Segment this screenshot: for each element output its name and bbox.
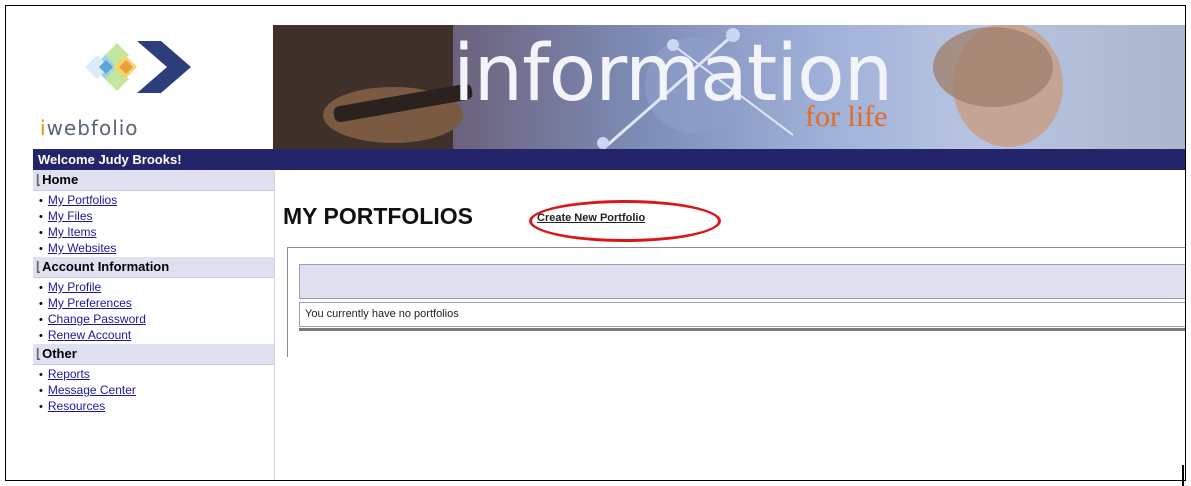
sidebar-item-renew-account[interactable]: • Renew Account — [39, 328, 274, 344]
section-collapse-icon: ⌊ — [36, 172, 42, 187]
sidebar-item-reports[interactable]: • Reports — [39, 367, 274, 383]
bullet-icon: • — [39, 401, 43, 413]
sidebar-item-resources[interactable]: • Resources — [39, 399, 274, 415]
bullet-icon: • — [39, 330, 43, 342]
banner-subtitle: for life — [805, 100, 888, 133]
bullet-icon: • — [39, 211, 43, 223]
header-banner: information for life — [273, 25, 1185, 149]
app-window: iwebfolio information for life Welcome J… — [33, 25, 1185, 480]
bullet-icon: • — [39, 385, 43, 397]
bullet-icon: • — [39, 195, 43, 207]
sidebar-section-home[interactable]: ⌊Home — [33, 170, 274, 191]
sidebar-list-other: • Reports • Message Center • Resources — [33, 365, 274, 415]
bullet-icon: • — [39, 282, 43, 294]
bullet-icon: • — [39, 298, 43, 310]
bullet-icon: • — [39, 369, 43, 381]
sidebar-item-my-portfolios[interactable]: • My Portfolios — [39, 193, 274, 209]
empty-state-message: You currently have no portfolios — [299, 302, 1185, 327]
sidebar-section-account[interactable]: ⌊Account Information — [33, 257, 274, 278]
sidebar-item-my-items[interactable]: • My Items — [39, 225, 274, 241]
sidebar-item-my-profile[interactable]: • My Profile — [39, 280, 274, 296]
sidebar-item-my-files[interactable]: • My Files — [39, 209, 274, 225]
welcome-bar: Welcome Judy Brooks! — [33, 149, 1185, 170]
section-collapse-icon: ⌊ — [36, 346, 42, 361]
sidebar-section-other[interactable]: ⌊Other — [33, 344, 274, 365]
sidebar-item-my-preferences[interactable]: • My Preferences — [39, 296, 274, 312]
logo-wordmark: iwebfolio — [40, 116, 139, 140]
sidebar-item-my-websites[interactable]: • My Websites — [39, 241, 274, 257]
bullet-icon: • — [39, 227, 43, 239]
sidebar: ⌊Home • My Portfolios • My Files • My Items… — [33, 170, 275, 480]
text-cursor-mark — [1182, 465, 1184, 486]
highlight-annotation-circle — [529, 200, 721, 242]
sidebar-list-home: • My Portfolios • My Files • My Items • My W… — [33, 191, 274, 257]
portfolio-table-header — [299, 264, 1185, 299]
panel-bottom-border — [299, 328, 1185, 331]
logo-area[interactable]: iwebfolio — [33, 25, 273, 149]
page-title: MY PORTFOLIOS — [283, 203, 473, 229]
screenshot-frame: iwebfolio information for life Welcome J… — [5, 5, 1186, 481]
portfolio-list-panel: You currently have no portfolios — [287, 247, 1185, 357]
sidebar-list-account: • My Profile • My Preferences • Change Pass… — [33, 278, 274, 344]
bullet-icon: • — [39, 243, 43, 255]
bullet-icon: • — [39, 314, 43, 326]
section-collapse-icon: ⌊ — [36, 259, 42, 274]
sidebar-item-change-password[interactable]: • Change Password — [39, 312, 274, 328]
sidebar-item-message-center[interactable]: • Message Center — [39, 383, 274, 399]
logo-icon — [85, 41, 191, 93]
